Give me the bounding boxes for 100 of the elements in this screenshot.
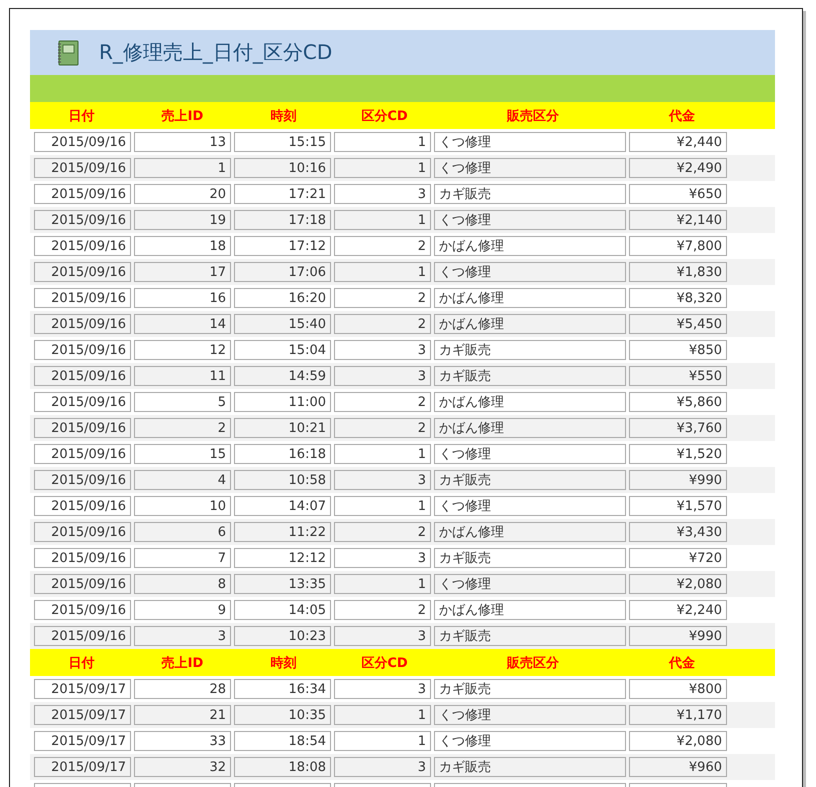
table-cell: 18:08 bbox=[234, 757, 331, 777]
table-cell: カギ販売 bbox=[434, 757, 626, 777]
table-cell: 1 bbox=[334, 444, 431, 464]
table-cell: くつ修理 bbox=[434, 731, 626, 751]
table-cell: 13 bbox=[134, 132, 231, 152]
table-cell: 2015/09/16 bbox=[34, 132, 131, 152]
table-cell: ¥2,140 bbox=[629, 210, 727, 230]
table-cell: 17:12 bbox=[234, 236, 331, 256]
table-cell: 10:58 bbox=[234, 470, 331, 490]
column-header: 時刻 bbox=[270, 108, 298, 124]
table-cell: 11 bbox=[134, 366, 231, 386]
table-cell: ¥720 bbox=[629, 548, 727, 568]
table-cell: 1 bbox=[334, 262, 431, 282]
column-header: 日付 bbox=[68, 654, 96, 672]
column-header: 区分CD bbox=[360, 654, 409, 672]
table-cell: 14:05 bbox=[234, 600, 331, 620]
table-cell: カギ販売 bbox=[434, 626, 626, 646]
table-cell: 1 bbox=[334, 210, 431, 230]
table-cell: ¥800 bbox=[629, 679, 727, 699]
table-cell: ¥2,490 bbox=[629, 158, 727, 178]
table-cell: くつ修理 bbox=[434, 705, 626, 725]
table-cell: 12:12 bbox=[234, 548, 331, 568]
table-cell: 2015/09/17 bbox=[34, 679, 131, 699]
table-cell: 17 bbox=[134, 262, 231, 282]
table-cell: ¥960 bbox=[629, 757, 727, 777]
table-cell: 13:35 bbox=[234, 574, 331, 594]
report-title: R_修理売上_日付_区分CD bbox=[99, 39, 332, 66]
table-cell: 2015/09/16 bbox=[34, 392, 131, 412]
table-cell: 1 bbox=[334, 132, 431, 152]
table-cell: 2015/09/16 bbox=[34, 470, 131, 490]
table-cell: 16:20 bbox=[234, 288, 331, 308]
table-cell: カギ販売 bbox=[434, 340, 626, 360]
table-cell: 15 bbox=[134, 444, 231, 464]
table-cell: 18:54 bbox=[234, 731, 331, 751]
table-cell: ¥1,830 bbox=[629, 262, 727, 282]
table-cell: 3 bbox=[334, 757, 431, 777]
table-cell: 17:18 bbox=[234, 210, 331, 230]
table-cell: ¥3,430 bbox=[629, 522, 727, 542]
table-cell: カギ販売 bbox=[434, 548, 626, 568]
table-cell: 1 bbox=[334, 158, 431, 178]
table-cell: ¥5,450 bbox=[629, 314, 727, 334]
table-cell: 2 bbox=[334, 600, 431, 620]
column-header: 代金 bbox=[668, 108, 696, 124]
table-cell: ¥990 bbox=[629, 470, 727, 490]
table-cell: 16:34 bbox=[234, 679, 331, 699]
table-cell: くつ修理 bbox=[434, 444, 626, 464]
table-cell: カギ販売 bbox=[434, 184, 626, 204]
column-header: 代金 bbox=[668, 654, 696, 672]
table-cell: ¥7,800 bbox=[629, 236, 727, 256]
table-cell: 33 bbox=[134, 731, 231, 751]
table-cell: 2015/09/16 bbox=[34, 600, 131, 620]
table-cell: 2015/09/16 bbox=[34, 236, 131, 256]
column-header: 販売区分 bbox=[506, 654, 560, 672]
table-cell: ¥850 bbox=[629, 340, 727, 360]
table-cell: ¥990 bbox=[629, 626, 727, 646]
column-header: 販売区分 bbox=[506, 108, 560, 124]
table-cell: ¥1,170 bbox=[629, 705, 727, 725]
table-cell: 1 bbox=[134, 158, 231, 178]
table-cell: 3 bbox=[334, 184, 431, 204]
table-cell: 16 bbox=[134, 288, 231, 308]
table-cell: 17:06 bbox=[234, 262, 331, 282]
table-cell: くつ修理 bbox=[434, 574, 626, 594]
table-cell: 2015/09/16 bbox=[34, 548, 131, 568]
table-cell: 19 bbox=[134, 210, 231, 230]
table-cell: 21 bbox=[134, 705, 231, 725]
table-cell: 14:07 bbox=[234, 496, 331, 516]
table-cell: 10 bbox=[134, 496, 231, 516]
table-cell: 14 bbox=[134, 314, 231, 334]
table-cell: くつ修理 bbox=[434, 158, 626, 178]
table-cell: 5 bbox=[134, 392, 231, 412]
table-cell: 1 bbox=[334, 574, 431, 594]
table-cell: かばん修理 bbox=[434, 392, 626, 412]
table-cell: 3 bbox=[334, 340, 431, 360]
column-header: 売上ID bbox=[160, 108, 204, 124]
table-cell: 28 bbox=[134, 679, 231, 699]
table-cell: ¥550 bbox=[629, 366, 727, 386]
table-cell: 7 bbox=[134, 548, 231, 568]
table-cell: くつ修理 bbox=[434, 132, 626, 152]
table-cell: 2 bbox=[134, 418, 231, 438]
table-cell: くつ修理 bbox=[434, 262, 626, 282]
table-cell: 2015/09/16 bbox=[34, 444, 131, 464]
table-cell: 12 bbox=[134, 340, 231, 360]
table-cell: 4 bbox=[134, 470, 231, 490]
notebook-icon bbox=[57, 40, 79, 66]
table-cell: 10:16 bbox=[234, 158, 331, 178]
table-cell: 2015/09/16 bbox=[34, 314, 131, 334]
table-cell: 3 bbox=[334, 470, 431, 490]
column-header: 日付 bbox=[68, 108, 96, 124]
table-cell: かばん修理 bbox=[434, 288, 626, 308]
table-cell: カギ販売 bbox=[434, 679, 626, 699]
table-cell: 16:18 bbox=[234, 444, 331, 464]
table-cell: くつ修理 bbox=[434, 496, 626, 516]
table-cell: 11:00 bbox=[234, 392, 331, 412]
table-cell: 20 bbox=[134, 184, 231, 204]
table-cell: くつ修理 bbox=[434, 210, 626, 230]
table-cell: カギ販売 bbox=[434, 470, 626, 490]
table-cell: かばん修理 bbox=[434, 418, 626, 438]
table-cell: ¥2,240 bbox=[629, 600, 727, 620]
table-cell: 1 bbox=[334, 731, 431, 751]
table-cell: ¥2,440 bbox=[629, 132, 727, 152]
